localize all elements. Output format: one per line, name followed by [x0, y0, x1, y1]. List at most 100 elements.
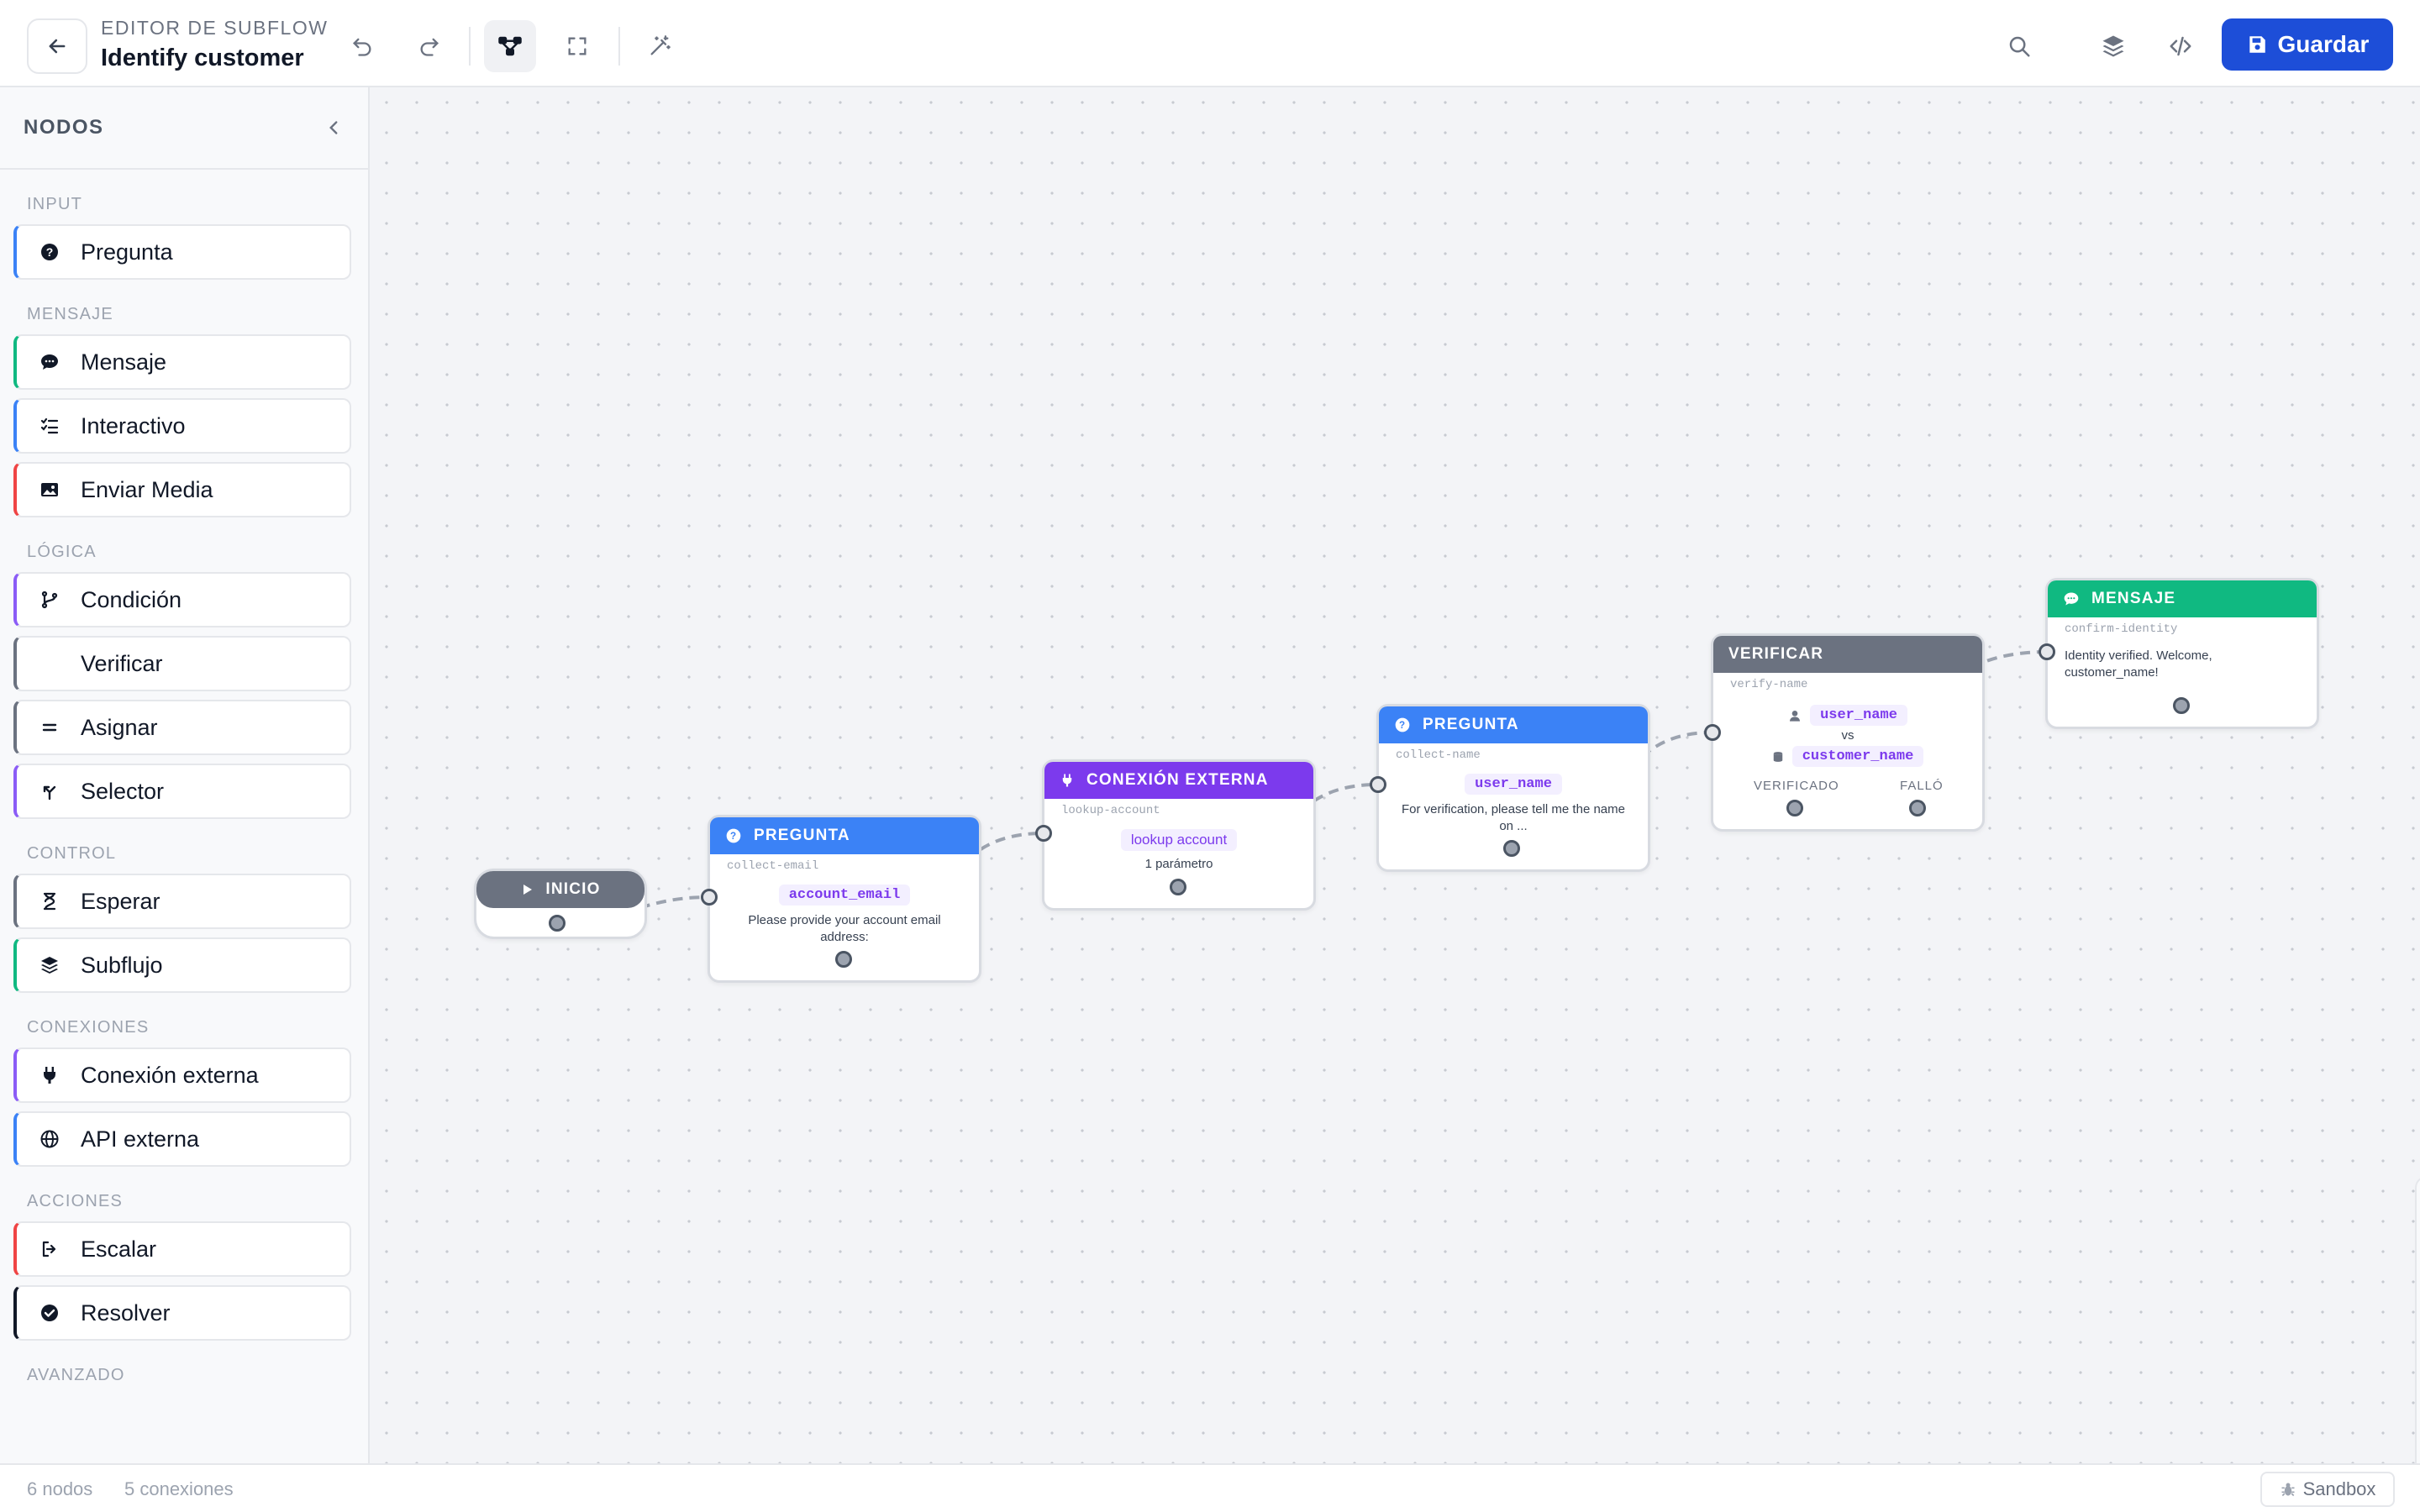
- palette-item-asignar[interactable]: Asignar: [13, 700, 351, 755]
- top-bar: EDITOR DE SUBFLOW Identify customer Guar…: [0, 0, 2420, 87]
- arrow-left-icon: [49, 39, 66, 54]
- node-type-label: PREGUNTA: [1423, 716, 1519, 733]
- palette-item-conexion-externa[interactable]: Conexión externa: [13, 1047, 351, 1103]
- node-type-label: VERIFICAR: [1728, 645, 1824, 663]
- input-port[interactable]: [1035, 825, 1052, 842]
- layers-button[interactable]: [2087, 20, 2139, 72]
- palette-item-label: Asignar: [81, 714, 158, 740]
- output-port[interactable]: [2173, 697, 2190, 714]
- palette-item-label: Resolver: [81, 1299, 171, 1326]
- palette-item-esperar[interactable]: Esperar: [13, 874, 351, 929]
- question-text: For verification, please tell me the nam…: [1402, 802, 1625, 833]
- input-port[interactable]: [1704, 724, 1721, 741]
- sandbox-badge[interactable]: Sandbox: [2260, 1472, 2395, 1507]
- title-block: EDITOR DE SUBFLOW Identify customer: [101, 17, 328, 72]
- chat-bubble-icon: [39, 351, 60, 373]
- collapse-sidebar-icon[interactable]: [323, 117, 345, 139]
- flow-canvas[interactable]: INICIO ? PREGUNTA collect-email account_…: [371, 87, 2420, 1463]
- variable-row: user_name: [1379, 774, 1648, 795]
- palette-item-resolver[interactable]: Resolver: [13, 1285, 351, 1341]
- redo-button[interactable]: [403, 20, 455, 72]
- node-palette-sidebar: NODOS INPUT ? Pregunta MENSAJE Mensaje I…: [0, 87, 370, 1463]
- search-icon: [2009, 36, 2030, 57]
- code-icon: [2170, 36, 2191, 56]
- user-icon: [1790, 710, 1801, 722]
- palette-item-escalar[interactable]: Escalar: [13, 1221, 351, 1277]
- group-label-avanzado: AVANZADO: [27, 1366, 125, 1384]
- verified-output-port[interactable]: [1786, 800, 1803, 816]
- group-label-logica: LÓGICA: [27, 543, 97, 561]
- layers-icon: [39, 954, 60, 976]
- equals-icon: [39, 717, 60, 738]
- palette-item-label: Condición: [81, 586, 182, 612]
- minimap[interactable]: [2415, 1176, 2420, 1463]
- bug-icon: [2281, 1483, 2295, 1497]
- palette-item-api-externa[interactable]: API externa: [13, 1111, 351, 1167]
- search-button[interactable]: [1993, 20, 2045, 72]
- palette-item-selector[interactable]: Selector: [13, 764, 351, 819]
- palette-item-label: Enviar Media: [81, 476, 213, 502]
- page-title: Identify customer: [101, 45, 304, 71]
- node-id: lookup-account: [1061, 804, 1160, 817]
- toolbar-divider: [469, 27, 471, 66]
- variable-pill: account_email: [778, 885, 911, 906]
- plug-icon: [1062, 774, 1072, 787]
- fit-view-button[interactable]: [551, 20, 603, 72]
- code-view-button[interactable]: [2154, 20, 2207, 72]
- palette-item-label: Selector: [81, 778, 165, 804]
- magic-wand-button[interactable]: [634, 20, 686, 72]
- image-icon: [39, 479, 60, 501]
- plug-icon: [39, 1064, 60, 1086]
- start-output-port[interactable]: [549, 915, 566, 932]
- back-button[interactable]: [27, 18, 87, 74]
- verify-node[interactable]: VERIFICAR verify-name user_name vs custo…: [1711, 633, 1985, 832]
- node-type-label: PREGUNTA: [754, 827, 850, 844]
- check-circle-icon: [39, 1302, 60, 1324]
- auto-layout-button[interactable]: [484, 20, 536, 72]
- graph-nodes-icon: [498, 36, 522, 56]
- output-port[interactable]: [1170, 879, 1186, 895]
- palette-item-pregunta[interactable]: ? Pregunta: [13, 224, 351, 280]
- status-bar: 6 nodos 5 conexiones Sandbox: [0, 1463, 2420, 1512]
- palette-item-interactivo[interactable]: Interactivo: [13, 398, 351, 454]
- palette-item-verificar[interactable]: Verificar: [13, 636, 351, 691]
- palette-item-label: Conexión externa: [81, 1062, 259, 1088]
- message-text: Identity verified. Welcome, customer_nam…: [2065, 648, 2212, 680]
- parameter-count: 1 parámetro: [1144, 857, 1213, 871]
- group-label-mensaje: MENSAJE: [27, 305, 113, 323]
- input-port[interactable]: [2039, 643, 2055, 660]
- connection-pill: lookup account: [1120, 829, 1238, 851]
- connection-row: lookup account: [1044, 829, 1313, 851]
- input-port[interactable]: [1370, 776, 1386, 793]
- checklist-icon: [39, 415, 60, 437]
- palette-item-label: Pregunta: [81, 239, 173, 265]
- layers-icon: [2102, 35, 2124, 57]
- palette-item-subflujo[interactable]: Subflujo: [13, 937, 351, 993]
- save-button[interactable]: Guardar: [2222, 18, 2393, 71]
- failed-output-port[interactable]: [1909, 800, 1926, 816]
- group-label-input: INPUT: [27, 195, 82, 213]
- palette-item-mensaje[interactable]: Mensaje: [13, 334, 351, 390]
- exit-icon: [39, 1238, 60, 1260]
- undo-button[interactable]: [336, 20, 388, 72]
- sandbox-label: Sandbox: [2302, 1478, 2376, 1499]
- sidebar-header: NODOS: [0, 87, 368, 170]
- node-header: CONEXIÓN EXTERNA: [1044, 762, 1313, 799]
- input-port[interactable]: [701, 889, 718, 906]
- palette-item-label: Esperar: [81, 888, 160, 914]
- group-label-control: CONTROL: [27, 844, 117, 863]
- node-id: verify-name: [1730, 678, 1808, 691]
- node-header: ? PREGUNTA: [710, 817, 979, 854]
- group-label-conexiones: CONEXIONES: [27, 1018, 150, 1037]
- connection-count: 5 conexiones: [124, 1478, 234, 1499]
- palette-item-condicion[interactable]: Condición: [13, 572, 351, 627]
- node-header: MENSAJE: [2048, 580, 2317, 617]
- output-port[interactable]: [835, 951, 852, 968]
- node-header: VERIFICAR: [1713, 636, 1982, 673]
- output-port[interactable]: [1503, 840, 1520, 857]
- node-type-label: MENSAJE: [2091, 590, 2176, 607]
- question-text: Please provide your account email addres…: [748, 913, 941, 944]
- globe-icon: [39, 1128, 60, 1150]
- palette-item-enviar-media[interactable]: Enviar Media: [13, 462, 351, 517]
- node-id: collect-name: [1396, 748, 1481, 762]
